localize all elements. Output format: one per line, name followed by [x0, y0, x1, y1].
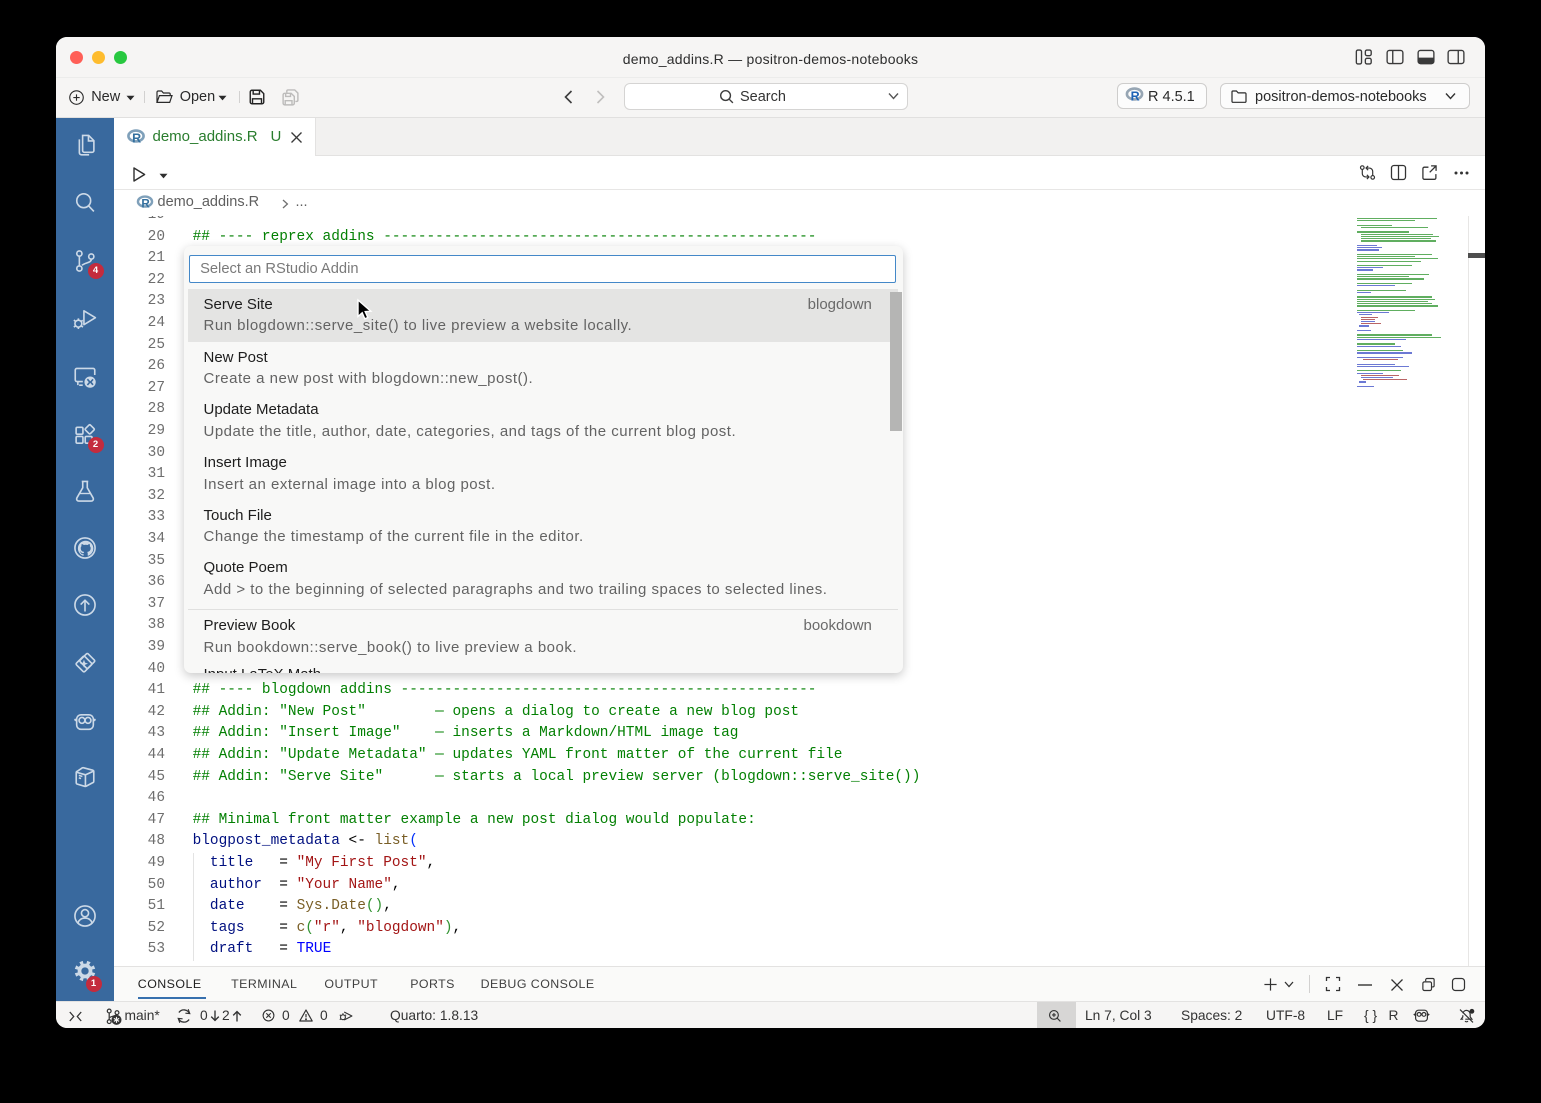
svg-text:R: R [132, 131, 141, 145]
svg-text:R: R [1131, 89, 1140, 103]
svg-text:R: R [141, 197, 150, 210]
